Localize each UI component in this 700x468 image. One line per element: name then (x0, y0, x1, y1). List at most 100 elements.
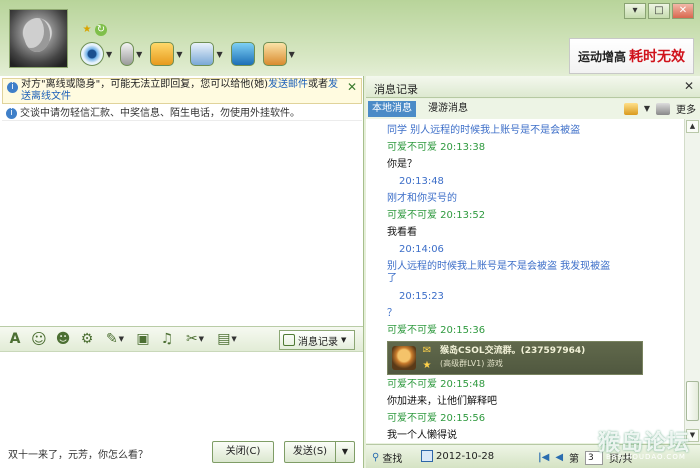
offline-notice-text: 对方"离线或隐身"，可能无法立即回复，您可以给他(她) (21, 79, 269, 90)
remote-assist-button[interactable] (230, 40, 255, 68)
app-button[interactable]: ▼ (262, 40, 295, 68)
message-text: 了 (387, 273, 397, 284)
message-input[interactable] (0, 353, 363, 439)
toolbar: ▼ ▼ ▼ ▼ ▼ (80, 40, 295, 68)
send-file-button[interactable]: ▼ (150, 40, 182, 68)
history-messages[interactable]: 同学 别人远程的时候我上账号是不是会被盗 可爱不可爱 20:13:38 你是？ … (366, 119, 684, 443)
message-meta: 20:14:06 (399, 244, 444, 255)
message-history-button[interactable]: 消息记录 ▼ (279, 330, 355, 350)
chevron-down-icon[interactable]: ▼ (176, 50, 182, 59)
message-text: 你加进来，让他们解释吧 (387, 396, 497, 407)
search-icon: ⚲ (372, 452, 380, 463)
prev-page-icon[interactable]: ◀ (555, 452, 563, 463)
history-tools: ▼ 更多 (623, 101, 696, 116)
image-icon[interactable]: ▣ (134, 330, 152, 348)
close-button[interactable]: 关闭(C) (212, 441, 274, 463)
send-options-button[interactable]: ▼ (335, 441, 355, 463)
microphone-icon (120, 42, 135, 66)
format-toolbar: A ☺ ☻ ⚙ ✎ ▼ ▣ ♫ ✂ ▼ ▤ ▼ 消息记录 ▼ (0, 326, 363, 352)
group-card-image[interactable]: ✉ ★ 猴岛CSOL交流群。(237597964) (高级群LV1) 游戏 (387, 341, 643, 375)
message-text: 同学 别人远程的时候我上账号是不是会被盗 (387, 125, 581, 136)
doodle-icon[interactable]: ✎ ▼ (102, 330, 128, 348)
message-text: 我一个人懒得说 (387, 430, 457, 441)
chat-pane: i 对方"离线或隐身"，可能无法立即回复，您可以给他(她)发送邮件或者发送离线文… (0, 76, 364, 468)
chevron-down-icon[interactable]: ▼ (136, 50, 142, 59)
message-text: 别人远程的时候我上账号是不是会被盗 我发现被盗 (387, 261, 611, 272)
window-controls: ▾ □ ✕ (624, 3, 694, 19)
group-card-subtitle: (高级群LV1) 游戏 (440, 359, 503, 368)
star-icon: ★ (422, 360, 432, 371)
offline-notice-mid: 或者 (308, 79, 329, 90)
star-icon: ★ (82, 24, 92, 35)
avatar-face (24, 18, 50, 52)
group-card-title: 猴岛CSOL交流群。(237597964) (440, 346, 586, 356)
ad-text-1: 运动增高 (577, 49, 626, 64)
folder-icon (150, 42, 175, 66)
more-button[interactable]: 更多 (676, 101, 696, 116)
info-icon: i (7, 82, 18, 93)
input-preview-text: 双十一来了，元芳，你怎么看？ (8, 450, 148, 461)
screenshot-icon[interactable]: ✂ ▼ (182, 330, 208, 348)
vibrate-icon[interactable]: ⚙ (78, 330, 96, 348)
group-icon: ✉ (422, 345, 432, 356)
ad-banner[interactable]: 运动增高 耗时无效 (569, 38, 694, 74)
emoji-icon[interactable]: ☺ (30, 330, 48, 348)
minimize-button[interactable]: ▾ (624, 3, 646, 19)
safety-notice-text: 交谈中请勿轻信汇款、中奖信息、陌生电话，勿使用外挂软件。 (20, 108, 300, 119)
page-prefix: 第 (569, 454, 580, 465)
export-icon[interactable] (623, 102, 638, 115)
close-window-button[interactable]: ✕ (672, 3, 694, 19)
history-tabs: 本地消息 漫游消息 ▼ 更多 (366, 99, 700, 119)
chevron-down-icon[interactable]: ▼ (644, 104, 650, 113)
voice-call-button[interactable]: ▼ (120, 40, 142, 68)
history-icon (283, 334, 295, 346)
video-call-button[interactable]: ▼ (80, 40, 112, 68)
message-text: ？ (387, 308, 397, 319)
speaker-icon[interactable] (656, 102, 670, 115)
send-button[interactable]: 发送(S) (284, 441, 336, 463)
calendar-icon (421, 450, 433, 462)
message-meta: 可爱不可爱 20:15:56 (387, 413, 486, 424)
scroll-thumb[interactable] (686, 381, 699, 421)
music-icon[interactable]: ♫ (158, 330, 176, 348)
tab-roaming-messages[interactable]: 漫游消息 (424, 101, 472, 117)
avatar[interactable] (9, 9, 68, 68)
date-label: 2012-10-28 (436, 450, 495, 462)
send-mail-link[interactable]: 发送邮件 (268, 79, 308, 90)
message-meta: 可爱不可爱 20:13:52 (387, 210, 486, 221)
message-meta: 可爱不可爱 20:15:48 (387, 379, 486, 390)
font-icon[interactable]: A (6, 330, 24, 348)
group-avatar (392, 346, 416, 370)
history-title: 消息记录 (374, 83, 418, 96)
close-history-button[interactable]: ✕ (684, 79, 694, 93)
tab-local-messages[interactable]: 本地消息 (368, 101, 416, 117)
watermark-url: BBS.HOUDAO.COM (606, 453, 686, 461)
chevron-down-icon: ▼ (341, 336, 347, 344)
chevron-down-icon[interactable]: ▼ (106, 50, 112, 59)
chevron-down-icon[interactable]: ▼ (289, 50, 295, 59)
scroll-up-button[interactable]: ▲ (686, 120, 699, 133)
chevron-down-icon[interactable]: ▼ (216, 50, 222, 59)
monitor-icon (230, 42, 255, 66)
maximize-button[interactable]: □ (648, 3, 670, 19)
close-notice-button[interactable]: ✕ (347, 81, 357, 93)
history-header: 消息记录 ✕ (366, 76, 700, 98)
more-tools-icon[interactable]: ▤ ▼ (214, 330, 240, 348)
offline-notice: i 对方"离线或隐身"，可能无法立即回复，您可以给他(她)发送邮件或者发送离线文… (2, 78, 362, 104)
first-page-icon[interactable]: |◀ (538, 452, 549, 463)
message-text: 刚才和你买号的 (387, 193, 457, 204)
message-meta: 20:13:48 (399, 176, 444, 187)
ad-text-2: 耗时无效 (629, 49, 685, 65)
find-button[interactable]: ⚲ 查找 (372, 450, 402, 465)
create-group-button[interactable]: ▼ (190, 40, 223, 68)
magic-face-icon[interactable]: ☻ (54, 330, 72, 348)
message-history-label: 消息记录 (298, 336, 338, 348)
message-area[interactable] (0, 122, 363, 324)
date-picker[interactable]: 2012-10-28 (421, 450, 494, 462)
chat-window: ▾ □ ✕ ★ ↻ ▼ ▼ ▼ ▼ ▼ 运动增高 耗时无效 i 对方"离线或隐身… (0, 0, 700, 468)
camera-icon (80, 42, 104, 66)
history-scrollbar[interactable]: ▲ ▼ (684, 119, 700, 443)
refresh-icon: ↻ (95, 24, 107, 36)
message-meta: 可爱不可爱 20:15:36 (387, 325, 486, 336)
message-meta: 可爱不可爱 20:13:38 (387, 142, 486, 153)
